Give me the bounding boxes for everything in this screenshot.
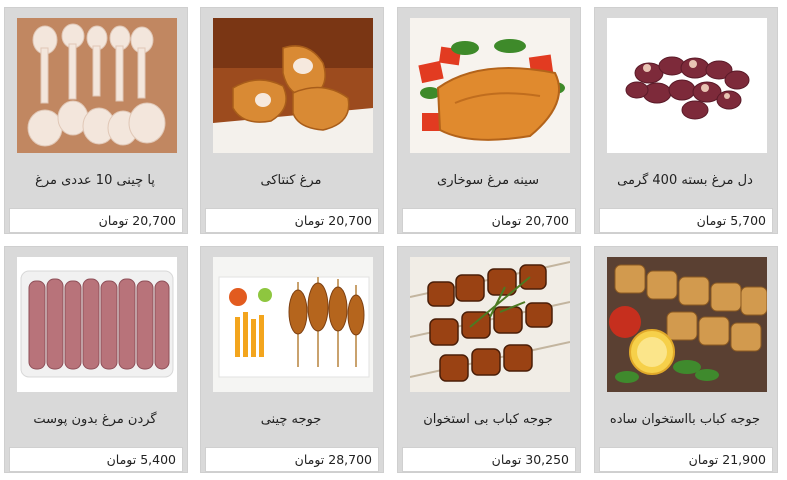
product-price: 20,700 تومان xyxy=(9,208,183,233)
product-price: 5,400 تومان xyxy=(9,447,183,472)
product-title[interactable]: جوجه کباب بی استخوان xyxy=(404,397,572,443)
product-title[interactable]: جوجه کباب بااستخوان ساده xyxy=(601,397,769,443)
product-card[interactable]: مرغ کنتاکی 20,700 تومان xyxy=(200,7,384,234)
product-card[interactable]: گردن مرغ بدون پوست 5,400 تومان xyxy=(4,246,188,473)
product-title[interactable]: مرغ کنتاکی xyxy=(207,158,375,204)
breaded-chicken-breast-photo[interactable] xyxy=(410,18,570,153)
chicken-hearts-photo[interactable] xyxy=(607,18,767,153)
product-card[interactable]: پا چینی 10 عددی مرغ 20,700 تومان xyxy=(4,7,188,234)
product-title[interactable]: گردن مرغ بدون پوست xyxy=(11,397,179,443)
product-price: 20,700 تومان xyxy=(205,208,379,233)
product-title[interactable]: دل مرغ بسته 400 گرمی xyxy=(601,158,769,204)
product-title[interactable]: پا چینی 10 عددی مرغ xyxy=(11,158,179,204)
chicken-feet-photo[interactable] xyxy=(17,18,177,153)
chicken-skewers-photo[interactable] xyxy=(213,257,373,392)
product-price: 30,250 تومان xyxy=(402,447,576,472)
fried-chicken-photo[interactable] xyxy=(213,18,373,153)
bone-in-kebab-photo[interactable] xyxy=(607,257,767,392)
chicken-necks-photo[interactable] xyxy=(17,257,177,392)
product-card[interactable]: دل مرغ بسته 400 گرمی 5,700 تومان xyxy=(594,7,778,234)
grilled-kebab-photo[interactable] xyxy=(410,257,570,392)
product-price: 5,700 تومان xyxy=(599,208,773,233)
product-price: 20,700 تومان xyxy=(402,208,576,233)
product-price: 28,700 تومان xyxy=(205,447,379,472)
product-card[interactable]: جوجه کباب بااستخوان ساده 21,900 تومان xyxy=(594,246,778,473)
product-price: 21,900 تومان xyxy=(599,447,773,472)
product-card[interactable]: سینه مرغ سوخاری 20,700 تومان xyxy=(397,7,581,234)
product-title[interactable]: جوجه چینی xyxy=(207,397,375,443)
product-title[interactable]: سینه مرغ سوخاری xyxy=(404,158,572,204)
product-card[interactable]: جوجه چینی 28,700 تومان xyxy=(200,246,384,473)
product-card[interactable]: جوجه کباب بی استخوان 30,250 تومان xyxy=(397,246,581,473)
